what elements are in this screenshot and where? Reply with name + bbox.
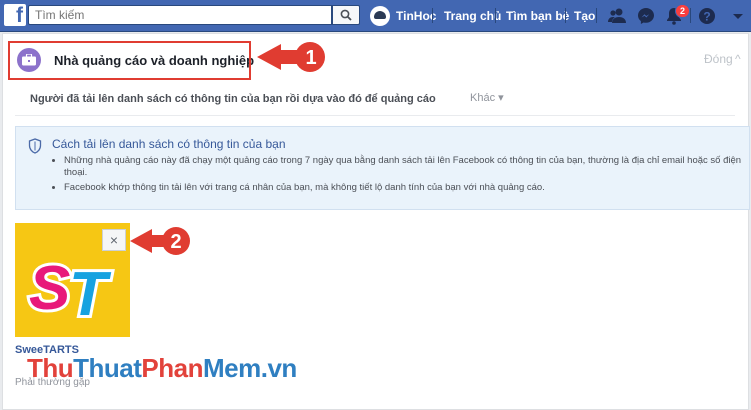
remove-advertiser-button[interactable]: × xyxy=(102,229,126,251)
facebook-logo-icon[interactable]: f xyxy=(4,4,26,27)
search-button[interactable] xyxy=(332,5,360,25)
highlight-box xyxy=(8,41,251,80)
watermark-part: Thuat xyxy=(73,353,142,383)
top-bar: f TinHoc Trang chủ Tìm bạn bè Tạo 2 ? xyxy=(0,0,751,32)
close-section-button[interactable]: Đóng xyxy=(704,52,733,66)
nav-divider xyxy=(565,8,566,23)
friend-requests-icon[interactable] xyxy=(607,6,627,26)
svg-text:S: S xyxy=(29,254,70,323)
avatar xyxy=(370,5,390,26)
watermark: ThuThuatPhanMem.vn xyxy=(27,353,297,384)
tab-uploaded-lists[interactable]: Người đã tải lên danh sách có thông tin … xyxy=(30,93,436,105)
account-menu-dropdown-icon[interactable] xyxy=(728,6,748,26)
nav-divider xyxy=(432,8,433,23)
svg-text:?: ? xyxy=(703,10,710,24)
nav-divider xyxy=(495,8,496,23)
profile-link[interactable]: TinHoc xyxy=(370,5,436,26)
callout-2-number: 2 xyxy=(170,231,182,253)
nav-create-link[interactable]: Tạo xyxy=(574,9,595,23)
messenger-icon[interactable] xyxy=(636,6,656,26)
notification-badge: 2 xyxy=(675,4,691,18)
info-title: Cách tải lên danh sách có thông tin của … xyxy=(52,137,286,151)
search-input[interactable] xyxy=(29,6,331,24)
shield-icon xyxy=(28,138,42,154)
profile-name: TinHoc xyxy=(396,8,437,23)
watermark-part: Thu xyxy=(27,353,74,383)
search-field[interactable] xyxy=(28,5,332,25)
nav-divider xyxy=(596,8,597,23)
nav-divider xyxy=(690,8,691,23)
svg-text:T: T xyxy=(69,260,112,329)
callout-1-number: 1 xyxy=(305,47,317,69)
info-bullet-list: Những nhà quảng cáo này đã chạy một quản… xyxy=(52,155,751,197)
nav-home-link[interactable]: Trang chủ xyxy=(444,9,501,23)
watermark-part: Mem.vn xyxy=(203,353,297,383)
search-icon xyxy=(340,9,352,21)
nav-find-friends-link[interactable]: Tìm bạn bè xyxy=(506,9,569,23)
tab-divider xyxy=(15,115,735,116)
tab-other[interactable]: Khác ▾ xyxy=(470,91,504,104)
watermark-part: Phan xyxy=(141,353,203,383)
help-icon[interactable]: ? xyxy=(697,6,717,26)
info-bullet: Những nhà quảng cáo này đã chạy một quản… xyxy=(64,155,751,179)
chevron-up-icon[interactable]: ^ xyxy=(735,52,741,66)
info-bullet: Facebook khớp thông tin tải lên với tran… xyxy=(64,182,751,194)
